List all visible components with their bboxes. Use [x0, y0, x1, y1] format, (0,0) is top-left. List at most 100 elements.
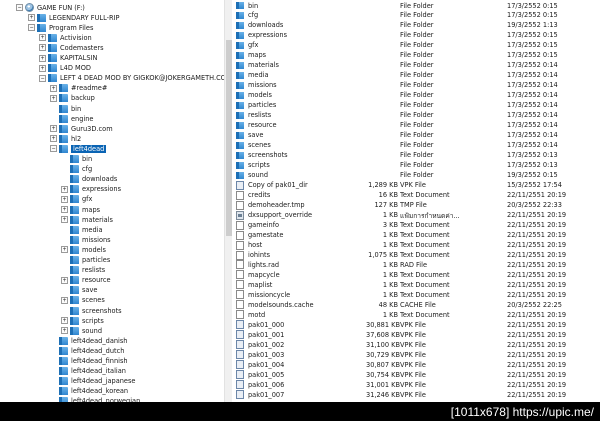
- file-row[interactable]: gamestate 1 KB Text Document 22/11/2551 20:…: [234, 230, 600, 240]
- file-row[interactable]: expressions File Folder 17/3/2552 0:15: [234, 30, 600, 40]
- file-row[interactable]: pak01_002 31,100 KB VPK File 22/11/2551 20:…: [234, 340, 600, 350]
- expand-toggle-icon[interactable]: +: [61, 206, 68, 213]
- file-row[interactable]: mapcycle 1 KB Text Document 22/11/2551 20:1…: [234, 270, 600, 280]
- file-row[interactable]: maps File Folder 17/3/2552 0:15: [234, 50, 600, 60]
- file-row[interactable]: bin File Folder 17/3/2552 0:15: [234, 1, 600, 11]
- tree-item[interactable]: + Guru3D.com: [0, 124, 224, 134]
- file-row[interactable]: screenshots File Folder 17/3/2552 0:13: [234, 150, 600, 160]
- tree-item[interactable]: + LEGENDARY FULL-RIP: [0, 13, 224, 23]
- tree-item[interactable]: downloads: [0, 174, 224, 184]
- tree-item[interactable]: save: [0, 285, 224, 295]
- tree-item[interactable]: + sound: [0, 326, 224, 336]
- file-row[interactable]: pak01_003 30,729 KB VPK File 22/11/2551 20:…: [234, 350, 600, 360]
- tree-item[interactable]: media: [0, 225, 224, 235]
- tree-item[interactable]: screenshots: [0, 306, 224, 316]
- expand-toggle-icon[interactable]: +: [39, 64, 46, 72]
- file-row[interactable]: resource File Folder 17/3/2552 0:14: [234, 120, 600, 130]
- file-row[interactable]: sound File Folder 19/3/2552 0:15: [234, 170, 600, 180]
- collapse-toggle-icon[interactable]: −: [39, 74, 46, 82]
- tree-item[interactable]: − Program Files: [0, 23, 224, 33]
- expand-toggle-icon[interactable]: +: [61, 296, 68, 304]
- file-row[interactable]: pak01_004 30,807 KB VPK File 22/11/2551 20:…: [234, 360, 600, 370]
- file-row[interactable]: scripts File Folder 17/3/2552 0:13: [234, 160, 600, 170]
- tree-item[interactable]: particles: [0, 255, 224, 265]
- tree-item[interactable]: left4dead_danish: [0, 336, 224, 346]
- tree-item[interactable]: left4dead_finnish: [0, 356, 224, 366]
- file-row[interactable]: motd 1 KB Text Document 22/11/2551 20:19: [234, 310, 600, 320]
- file-row[interactable]: missions File Folder 17/3/2552 0:14: [234, 80, 600, 90]
- expand-toggle-icon[interactable]: +: [39, 54, 46, 62]
- file-row[interactable]: pak01_007 31,246 KB VPK File 22/11/2551 20:…: [234, 390, 600, 400]
- tree-item[interactable]: + hl2: [0, 134, 224, 144]
- file-row[interactable]: modelsounds.cache 48 KB CACHE File 20/3/255…: [234, 300, 600, 310]
- file-row[interactable]: gameinfo 3 KB Text Document 22/11/2551 20:1…: [234, 220, 600, 230]
- collapse-toggle-icon[interactable]: −: [16, 4, 23, 11]
- tree-item[interactable]: left4dead_dutch: [0, 346, 224, 356]
- tree-item[interactable]: + scenes: [0, 295, 224, 305]
- collapse-toggle-icon[interactable]: −: [28, 24, 35, 32]
- file-row[interactable]: save File Folder 17/3/2552 0:14: [234, 130, 600, 140]
- tree-item[interactable]: left4dead_korean: [0, 386, 224, 396]
- file-row[interactable]: particles File Folder 17/3/2552 0:14: [234, 100, 600, 110]
- file-row[interactable]: downloads File Folder 19/3/2552 1:13: [234, 20, 600, 30]
- tree-item[interactable]: bin: [0, 154, 224, 164]
- file-row[interactable]: materials File Folder 17/3/2552 0:14: [234, 60, 600, 70]
- file-row[interactable]: pak01_001 37,608 KB VPK File 22/11/2551 20:…: [234, 330, 600, 340]
- file-row[interactable]: pak01_000 30,881 KB VPK File 22/11/2551 20:…: [234, 320, 600, 330]
- expand-toggle-icon[interactable]: +: [61, 195, 68, 203]
- expand-toggle-icon[interactable]: +: [39, 34, 46, 42]
- tree-item[interactable]: bin: [0, 104, 224, 114]
- expand-toggle-icon[interactable]: +: [28, 14, 35, 22]
- tree-item[interactable]: + Activision: [0, 33, 224, 43]
- tree-item[interactable]: + models: [0, 245, 224, 255]
- tree-item[interactable]: − LEFT 4 DEAD MOD BY GIGKOK@JOKERGAMETH.C…: [0, 73, 224, 83]
- tree-item[interactable]: + expressions: [0, 184, 224, 194]
- tree-item[interactable]: left4dead_italian: [0, 366, 224, 376]
- tree-item[interactable]: left4dead_japanese: [0, 376, 224, 386]
- tree-item[interactable]: − left4dead: [0, 144, 224, 154]
- file-row[interactable]: credits 16 KB Text Document 22/11/2551 20:1…: [234, 190, 600, 200]
- tree-item[interactable]: missions: [0, 235, 224, 245]
- file-row[interactable]: pak01_006 31,001 KB VPK File 22/11/2551 20:…: [234, 380, 600, 390]
- tree-item[interactable]: + gfx: [0, 194, 224, 204]
- expand-toggle-icon[interactable]: +: [61, 216, 68, 224]
- tree-item[interactable]: cfg: [0, 164, 224, 174]
- expand-toggle-icon[interactable]: +: [50, 84, 57, 92]
- collapse-toggle-icon[interactable]: −: [50, 145, 57, 153]
- file-row[interactable]: media File Folder 17/3/2552 0:14: [234, 70, 600, 80]
- expand-toggle-icon[interactable]: +: [50, 125, 57, 133]
- expand-toggle-icon[interactable]: +: [61, 317, 68, 325]
- tree-item[interactable]: + KAPITALSIN: [0, 53, 224, 63]
- expand-toggle-icon[interactable]: +: [61, 327, 68, 335]
- expand-toggle-icon[interactable]: +: [61, 246, 68, 254]
- tree-item[interactable]: + maps: [0, 205, 224, 215]
- file-row[interactable]: missioncycle 1 KB Text Document 22/11/2551 …: [234, 290, 600, 300]
- expand-toggle-icon[interactable]: +: [61, 276, 68, 284]
- expand-toggle-icon[interactable]: +: [39, 44, 46, 52]
- file-row[interactable]: lights.rad 1 KB RAD File 22/11/2551 20:19: [234, 260, 600, 270]
- file-row[interactable]: reslists File Folder 17/3/2552 0:14: [234, 110, 600, 120]
- expand-toggle-icon[interactable]: +: [61, 185, 68, 193]
- file-row[interactable]: pak01_005 30,754 KB VPK File 22/11/2551 20:…: [234, 370, 600, 380]
- file-row[interactable]: gfx File Folder 17/3/2552 0:15: [234, 40, 600, 50]
- file-row[interactable]: Copy of pak01_dir 1,289 KB VPK File 15/3/25…: [234, 180, 600, 190]
- tree-item[interactable]: + #readme#: [0, 83, 224, 93]
- expand-toggle-icon[interactable]: +: [50, 135, 57, 143]
- tree-item[interactable]: + backup: [0, 93, 224, 103]
- tree-item[interactable]: + scripts: [0, 316, 224, 326]
- expand-toggle-icon[interactable]: +: [50, 94, 57, 102]
- tree-item[interactable]: reslists: [0, 265, 224, 275]
- file-row[interactable]: dxsupport_override 1 KB แฟ้มการกำหนดค่า...…: [234, 210, 600, 220]
- file-row[interactable]: maplist 1 KB Text Document 22/11/2551 20:19: [234, 280, 600, 290]
- file-row[interactable]: models File Folder 17/3/2552 0:14: [234, 90, 600, 100]
- tree-item[interactable]: + L4D MOD: [0, 63, 224, 73]
- file-row[interactable]: host 1 KB Text Document 22/11/2551 20:19: [234, 240, 600, 250]
- tree-item[interactable]: − GAME FUN (F:): [0, 3, 224, 13]
- tree-item[interactable]: + materials: [0, 215, 224, 225]
- navigation-scrollbar-thumb[interactable]: [226, 40, 232, 236]
- file-row[interactable]: cfg File Folder 17/3/2552 0:15: [234, 10, 600, 20]
- navigation-scrollbar[interactable]: [224, 0, 232, 402]
- tree-item[interactable]: + Codemasters: [0, 43, 224, 53]
- tree-item[interactable]: + resource: [0, 275, 224, 285]
- tree-item[interactable]: engine: [0, 114, 224, 124]
